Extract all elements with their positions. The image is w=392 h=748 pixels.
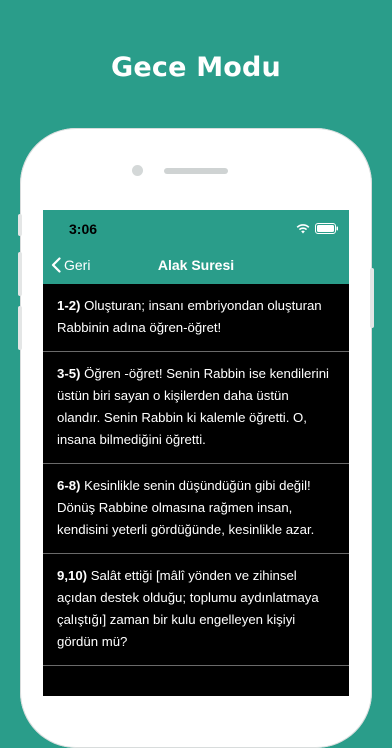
volume-up-button [18,252,22,296]
status-bar: 3:06 [43,210,349,248]
volume-down-button [18,306,22,350]
power-button [370,268,374,328]
earpiece-speaker [164,168,228,174]
verse-text: Öğren -öğret! Senin Rabbin ise kendileri… [57,366,329,447]
verse-number: 9,10) [57,568,88,583]
screen-title: Alak Suresi [157,257,235,273]
list-item[interactable]: 6-8) Kesinlikle senin düşündüğün gibi de… [43,464,349,554]
verse-list[interactable]: 1-2) Oluşturan; insanı embriyondan oluşt… [43,284,349,666]
wifi-icon [296,223,310,233]
verse-text: Salât ettiği [mâlî yönden ve zihinsel aç… [57,568,319,649]
list-item[interactable]: 3-5) Öğren -öğret! Senin Rabbin ise kend… [43,352,349,464]
verse-number: 1-2) [57,298,81,313]
battery-icon [315,223,338,234]
front-camera [132,165,143,176]
mute-switch [18,214,22,236]
verse-number: 3-5) [57,366,81,381]
list-item[interactable]: 1-2) Oluşturan; insanı embriyondan oluşt… [43,284,349,352]
promo-title: Gece Modu [111,52,281,83]
verse-number: 6-8) [57,478,81,493]
navigation-bar: Geri Alak Suresi [43,248,349,284]
status-time: 3:06 [69,221,98,237]
app-screen: 3:06 Geri Alak Suresi 1-2) Oluşturan; in… [43,210,349,696]
verse-text: Kesinlikle senin düşündüğün gibi değil! … [57,478,315,537]
status-icons [296,223,339,234]
list-item[interactable]: 9,10) Salât ettiği [mâlî yönden ve zihin… [43,554,349,666]
verse-text: Oluşturan; insanı embriyondan oluşturan … [57,298,322,335]
